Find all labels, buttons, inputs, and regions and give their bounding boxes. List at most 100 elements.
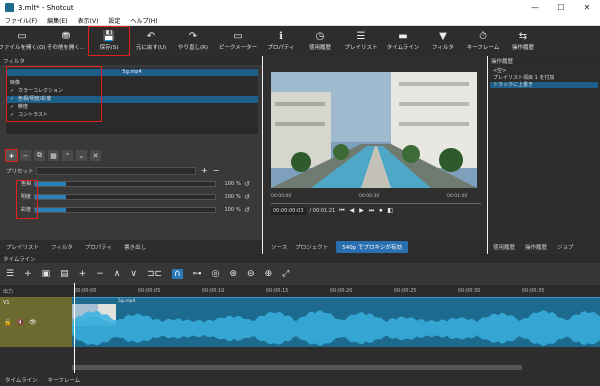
lift-icon[interactable]: ▣ bbox=[42, 269, 51, 279]
tab-project[interactable]: プロジェクト bbox=[295, 243, 328, 251]
remove-icon[interactable]: − bbox=[96, 269, 104, 279]
properties-button[interactable]: ℹ プロパティ bbox=[262, 26, 300, 56]
menu-settings[interactable]: 設定 bbox=[103, 16, 125, 25]
menu-help[interactable]: ヘルプ(H) bbox=[125, 16, 162, 25]
stop-icon[interactable]: ⏹ bbox=[379, 207, 382, 215]
tab-keyframes[interactable]: キーフレーム bbox=[43, 376, 86, 384]
lift-up-icon[interactable]: ∧ bbox=[114, 269, 121, 279]
menu-view[interactable]: 表示(V) bbox=[73, 16, 104, 25]
minimize-button[interactable]: — bbox=[522, 0, 548, 15]
param-slider[interactable] bbox=[34, 206, 216, 213]
tab-jobs[interactable]: ジョブ bbox=[552, 243, 579, 251]
recent-label: 使用履歴 bbox=[308, 45, 331, 51]
mute-icon[interactable]: 🔇 bbox=[16, 319, 23, 326]
overwrite-icon[interactable]: ▤ bbox=[60, 269, 69, 279]
timeline-ruler-tick: 00:00:05 bbox=[138, 288, 161, 294]
zoom-icon[interactable]: ◧ bbox=[387, 207, 393, 215]
timeline-ruler-tick: 00:00:20 bbox=[330, 288, 353, 294]
proxy-button[interactable]: 540p でプロキシが有効 bbox=[336, 241, 408, 253]
lock-icon[interactable]: 🔓 bbox=[4, 319, 11, 326]
tab-source[interactable]: ソース bbox=[271, 243, 287, 251]
history-item[interactable]: プレイリスト項目 1 を付加 bbox=[490, 75, 598, 81]
preset-add-button[interactable]: + bbox=[201, 166, 208, 175]
param-unit: % bbox=[236, 193, 241, 200]
append-icon[interactable]: + bbox=[24, 269, 32, 279]
menu-icon[interactable]: ☰ bbox=[6, 269, 14, 279]
timeline-button[interactable]: ▬ タイムライン bbox=[382, 26, 424, 56]
param-value[interactable]: 100 bbox=[216, 194, 236, 200]
save-button[interactable]: 💾 保存(S) bbox=[88, 26, 130, 56]
split-icon[interactable]: ⊐⊏ bbox=[147, 269, 162, 279]
snap-icon[interactable]: ∩ bbox=[172, 269, 183, 279]
reset-icon[interactable]: ↺ bbox=[244, 180, 252, 188]
peak-meter-button[interactable]: ▭ ピークメーター bbox=[214, 26, 262, 56]
preset-label: プリセット bbox=[6, 168, 34, 175]
timeline-ruler[interactable]: 出力 00:00:00 00:00:05 00:00:10 00:00:15 00:00… bbox=[0, 285, 600, 297]
menu-edit[interactable]: 編集(E) bbox=[42, 16, 72, 25]
param-slider[interactable] bbox=[34, 193, 216, 200]
recent-button[interactable]: ◷ 使用履歴 bbox=[300, 26, 340, 56]
param-value[interactable]: 100 bbox=[216, 181, 236, 187]
tab-export[interactable]: 書き出し bbox=[118, 243, 152, 251]
filter-button[interactable]: ▼ フィルタ bbox=[424, 26, 462, 56]
timecode-field[interactable]: 00:00:00:03 bbox=[271, 207, 306, 215]
main-toolbar: ▭ ファイルを開く(O) ⛃ その他を開く... 💾 保存(S) ↶ 元に戻す(U) ↷ やり直し… bbox=[0, 26, 600, 56]
redo-button[interactable]: ↷ やり直し(R) bbox=[172, 26, 214, 56]
maximize-button[interactable]: ☐ bbox=[548, 0, 574, 15]
tab-timeline[interactable]: タイムライン bbox=[0, 376, 43, 384]
ripple-all-icon[interactable]: ⊛ bbox=[229, 269, 237, 279]
param-value[interactable]: 100 bbox=[216, 207, 236, 213]
keyframes-button[interactable]: ⏱ キーフレーム bbox=[462, 26, 504, 56]
param-slider-fill bbox=[35, 181, 66, 186]
track-header-v1[interactable]: V1 🔓 🔇 👁 bbox=[0, 297, 72, 347]
open-other-button[interactable]: ⛃ その他を開く... bbox=[44, 26, 88, 56]
playhead[interactable] bbox=[74, 283, 75, 373]
ripple-icon[interactable]: ◎ bbox=[212, 269, 220, 279]
play-reverse-icon[interactable]: ◀ bbox=[350, 207, 355, 215]
deselect-button[interactable]: ✕ bbox=[90, 150, 101, 161]
param-unit: % bbox=[236, 206, 241, 213]
preset-row: プリセット + − bbox=[6, 166, 256, 175]
menu-file[interactable]: ファイル(F) bbox=[0, 16, 42, 25]
copy-filter-button[interactable]: ⧉ bbox=[34, 150, 45, 161]
close-button[interactable]: ✕ bbox=[574, 0, 600, 15]
paste-filter-button[interactable]: ▦ bbox=[48, 150, 59, 161]
timeline-clip[interactable]: 5g.mp4 bbox=[72, 297, 600, 347]
param-slider[interactable] bbox=[34, 180, 216, 187]
tab-properties[interactable]: プロパティ bbox=[79, 243, 118, 251]
undo-button[interactable]: ↶ 元に戻す(U) bbox=[130, 26, 172, 56]
skip-end-icon[interactable]: ⏭ bbox=[369, 207, 374, 215]
tab-playlist[interactable]: プレイリスト bbox=[0, 243, 45, 251]
player-ruler[interactable]: 00:00:00 00:00:30 00:01:00 bbox=[271, 194, 481, 204]
tab-history[interactable]: 操作履歴 bbox=[520, 243, 552, 251]
history-button[interactable]: ⇆ 操作履歴 bbox=[504, 26, 542, 56]
preset-remove-button[interactable]: − bbox=[213, 166, 220, 175]
move-down-button[interactable]: ⌄ bbox=[76, 150, 87, 161]
skip-start-icon[interactable]: ⏮ bbox=[339, 207, 344, 215]
playlist-button[interactable]: ☰ プレイリスト bbox=[340, 26, 382, 56]
play-icon[interactable]: ▶ bbox=[359, 207, 364, 215]
eye-icon[interactable]: 👁 bbox=[29, 319, 37, 326]
reset-icon[interactable]: ↺ bbox=[244, 193, 252, 201]
playlist-label: プレイリスト bbox=[344, 45, 378, 51]
properties-icon: ℹ bbox=[279, 31, 283, 42]
timeline-scrollbar[interactable] bbox=[72, 365, 522, 370]
preset-select[interactable] bbox=[36, 166, 196, 175]
remove-filter-button[interactable]: − bbox=[20, 150, 31, 161]
drop-down-icon[interactable]: ∨ bbox=[130, 269, 137, 279]
zoom-fit-icon[interactable]: ⤢ bbox=[282, 269, 289, 279]
scrub-icon[interactable]: ⊶ bbox=[193, 269, 202, 279]
add-icon[interactable]: + bbox=[79, 269, 87, 279]
reset-icon[interactable]: ↺ bbox=[244, 206, 252, 214]
zoom-out-icon[interactable]: ⊖ bbox=[247, 269, 255, 279]
tab-filters[interactable]: フィルタ bbox=[45, 243, 79, 251]
add-filter-button[interactable]: + bbox=[5, 149, 18, 162]
zoom-in-icon[interactable]: ⊕ bbox=[265, 269, 273, 279]
open-file-button[interactable]: ▭ ファイルを開く(O) bbox=[0, 26, 46, 56]
history-item[interactable]: <空> bbox=[490, 68, 598, 74]
save-label: 保存(S) bbox=[99, 45, 119, 51]
tab-recent[interactable]: 使用履歴 bbox=[488, 243, 520, 251]
history-item[interactable]: トラックに上書き bbox=[490, 82, 598, 88]
move-up-button[interactable]: ⌃ bbox=[62, 150, 73, 161]
open-file-label: ファイルを開く(O) bbox=[0, 45, 46, 51]
